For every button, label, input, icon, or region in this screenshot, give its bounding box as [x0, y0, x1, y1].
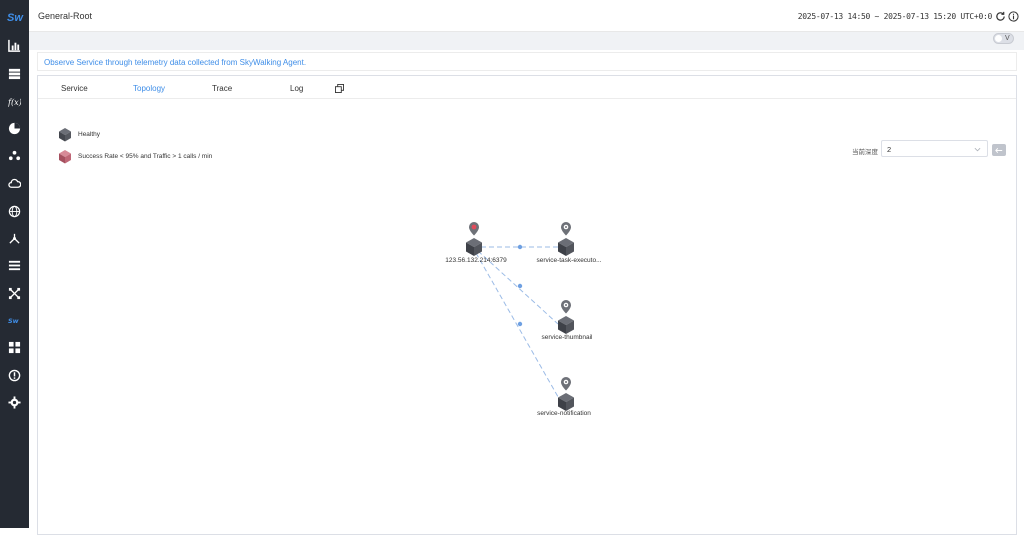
- edge-dot: [517, 283, 523, 289]
- function-icon[interactable]: f(x): [7, 94, 22, 109]
- page-title: General-Root: [38, 11, 93, 21]
- reload-icon[interactable]: [995, 11, 1006, 22]
- nodes-icon[interactable]: [7, 148, 22, 163]
- description-text: Observe Service through telemetry data c…: [44, 58, 307, 67]
- topology-graph: [466, 222, 574, 411]
- node-redis[interactable]: [466, 222, 482, 256]
- sidebar: Sw f(x) Sw: [0, 0, 29, 528]
- shuffle-icon[interactable]: [7, 286, 22, 301]
- info-icon[interactable]: [1008, 11, 1019, 22]
- time-range-text[interactable]: 2025-07-13 14:50 ~ 2025-07-13 15:20: [798, 12, 956, 21]
- timezone: UTC+0:0: [960, 12, 992, 21]
- node-cube-icon: [558, 393, 574, 411]
- edge-dot: [517, 321, 523, 327]
- svg-text:f(x): f(x): [8, 97, 21, 107]
- map-pin-icon: [561, 300, 571, 314]
- toolbar-area: [29, 32, 1024, 50]
- chart-icon[interactable]: [7, 38, 22, 53]
- map-pin-icon: [561, 377, 571, 391]
- alert-icon[interactable]: [7, 368, 22, 383]
- map-pin-icon: [469, 222, 479, 236]
- node-cube-icon: [466, 238, 482, 256]
- skywalking-icon[interactable]: Sw: [7, 313, 22, 328]
- dashboard-icon[interactable]: [7, 340, 22, 355]
- node-label: service-task-executo...: [536, 257, 602, 264]
- node-task-executor[interactable]: [558, 222, 574, 256]
- node-label: 123.56.132.214:6379: [445, 257, 507, 264]
- topology-panel: Service Topology Trace Log Healthy Succe…: [37, 75, 1017, 535]
- database-icon[interactable]: [7, 66, 22, 81]
- toggle-label: V: [1005, 35, 1010, 42]
- node-label: service-notification: [537, 410, 591, 417]
- list-icon[interactable]: [7, 258, 22, 273]
- top-bar: General-Root 2025-07-13 14:50 ~ 2025-07-…: [29, 0, 1024, 32]
- svg-text:Sw: Sw: [8, 317, 20, 325]
- node-cube-icon: [558, 316, 574, 334]
- cloud-icon[interactable]: [7, 176, 22, 191]
- time-range[interactable]: 2025-07-13 14:50 ~ 2025-07-13 15:20 UTC+…: [798, 12, 993, 21]
- node-cube-icon: [558, 238, 574, 256]
- description-banner: Observe Service through telemetry data c…: [37, 52, 1017, 71]
- mesh-icon[interactable]: [7, 231, 22, 246]
- edge-dot: [517, 244, 523, 250]
- edge-notification[interactable]: [475, 252, 562, 403]
- node-label: service-thumbnail: [541, 334, 593, 341]
- globe-icon[interactable]: [7, 204, 22, 219]
- map-pin-icon: [561, 222, 571, 236]
- node-notification[interactable]: [558, 377, 574, 411]
- pie-icon[interactable]: [7, 121, 22, 136]
- toggle-knob: [995, 35, 1002, 42]
- v-toggle[interactable]: V: [993, 33, 1014, 44]
- scrollbar[interactable]: [1018, 60, 1024, 528]
- edges: [475, 244, 562, 403]
- settings-icon[interactable]: [7, 395, 22, 410]
- node-thumbnail[interactable]: [558, 300, 574, 334]
- logo[interactable]: Sw: [4, 11, 26, 25]
